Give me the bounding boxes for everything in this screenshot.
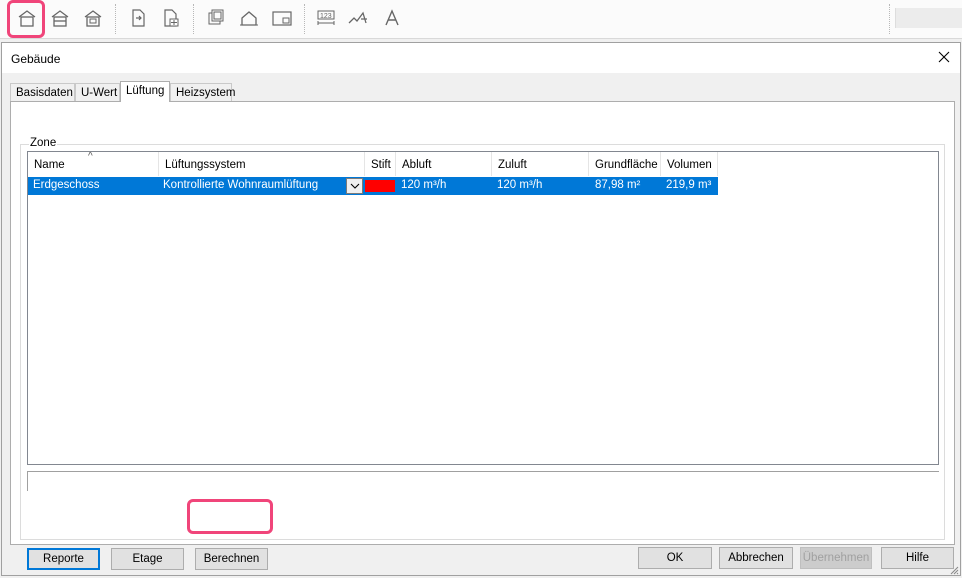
export-doc-icon[interactable] — [124, 4, 152, 32]
column-header-stift[interactable]: Stift — [365, 152, 396, 176]
dialog-title: Gebäude — [11, 52, 61, 66]
column-header-abluft[interactable]: Abluft — [396, 152, 492, 176]
zone-list[interactable]: Name ^ Lüftungssystem Stift Abluft Zuluf… — [27, 151, 939, 465]
dialog-titlebar: Gebäude — [2, 43, 960, 73]
table-row[interactable]: Erdgeschoss Kontrollierte Wohnraumlüftun… — [28, 177, 718, 195]
column-header-label: Name — [34, 159, 65, 171]
cell-volumen: 219,9 m³ — [666, 179, 712, 191]
cell-abluft: 120 m³/h — [401, 179, 447, 191]
frame-icon[interactable] — [268, 4, 296, 32]
column-header-name[interactable]: Name ^ — [28, 152, 159, 176]
tab-u-wert[interactable]: U-Wert — [75, 83, 120, 101]
berechnen-highlight — [187, 499, 273, 534]
berechnen-button[interactable]: Berechnen — [195, 548, 268, 570]
column-header-lueftungssystem[interactable]: Lüftungssystem — [159, 152, 365, 176]
resize-grip-icon[interactable] — [949, 564, 959, 575]
uebernehmen-button[interactable]: Übernehmen — [800, 547, 872, 569]
dimension-icon[interactable]: 123 — [312, 4, 340, 32]
tab-heizsystem[interactable]: Heizsystem — [170, 83, 235, 101]
house-floor-icon[interactable] — [46, 4, 74, 32]
doc-settings-icon[interactable] — [157, 4, 185, 32]
column-header-zuluft[interactable]: Zuluft — [492, 152, 589, 176]
cell-name: Erdgeschoss — [33, 179, 100, 191]
toolbar-highlight — [7, 0, 45, 38]
zone-group: Zone Name ^ Lüftungssystem Stift Abluft … — [20, 137, 945, 540]
house-outline-icon[interactable] — [235, 4, 263, 32]
abbrechen-button[interactable]: Abbrechen — [719, 547, 793, 569]
ok-button[interactable]: OK — [638, 547, 712, 569]
house-rooms-icon[interactable] — [79, 4, 107, 32]
text-icon[interactable] — [378, 4, 406, 32]
zone-group-label: Zone — [29, 137, 58, 149]
cell-lueftungssystem[interactable]: Kontrollierte Wohnraumlüftung — [163, 179, 318, 191]
chevron-down-icon[interactable] — [346, 178, 363, 194]
cell-grundflaeche: 87,98 m² — [595, 179, 641, 191]
tab-lueftung[interactable]: Lüftung — [120, 81, 170, 102]
tab-basisdaten[interactable]: Basisdaten — [10, 83, 75, 101]
gebaeude-dialog: Gebäude Basisdaten U-Wert Lüftung Heizsy… — [1, 42, 961, 576]
sort-ascending-icon: ^ — [88, 151, 93, 162]
line-style-icon[interactable] — [345, 4, 373, 32]
main-toolbar: 123 — [0, 0, 962, 39]
svg-text:123: 123 — [320, 13, 332, 20]
layers-icon[interactable] — [202, 4, 230, 32]
toolbar-input[interactable] — [895, 8, 962, 28]
hilfe-button[interactable]: Hilfe — [881, 547, 954, 569]
close-icon[interactable] — [936, 49, 952, 65]
etage-button[interactable]: Etage — [111, 548, 184, 570]
stift-color-swatch[interactable] — [365, 180, 395, 192]
column-header-grundflaeche[interactable]: Grundfläche — [589, 152, 661, 176]
reporte-button[interactable]: Reporte — [27, 548, 100, 570]
cell-zuluft: 120 m³/h — [497, 179, 543, 191]
zone-info-box — [27, 471, 939, 491]
lueftung-panel: Zone Name ^ Lüftungssystem Stift Abluft … — [10, 101, 955, 570]
column-header-volumen[interactable]: Volumen — [661, 152, 718, 176]
